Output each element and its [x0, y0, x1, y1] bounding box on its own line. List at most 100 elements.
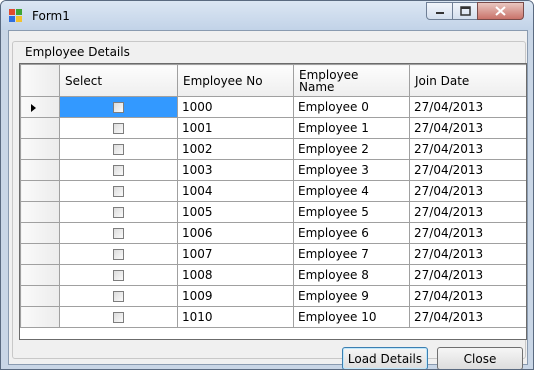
table-row[interactable]: 1006 Employee 6 27/04/2013 — [20, 222, 526, 244]
select-header-label: Select — [65, 73, 103, 88]
select-checkbox[interactable] — [113, 144, 124, 155]
load-details-button[interactable]: Load Details — [342, 347, 428, 369]
row-header[interactable] — [20, 285, 60, 307]
table-row[interactable]: 1004 Employee 4 27/04/2013 — [20, 180, 526, 202]
column-header-join-date[interactable]: Join Date — [409, 64, 526, 97]
column-header-employee-no[interactable]: Employee No — [177, 64, 294, 97]
employee-name-cell[interactable]: Employee 3 — [293, 159, 410, 181]
join-date-cell[interactable]: 27/04/2013 — [409, 222, 526, 244]
window-title: Form1 — [32, 9, 70, 23]
employee-no-cell[interactable]: 1006 — [177, 222, 294, 244]
join-date-cell[interactable]: 27/04/2013 — [409, 117, 526, 139]
join-date-cell[interactable]: 27/04/2013 — [409, 96, 526, 118]
select-cell[interactable] — [59, 159, 178, 181]
row-header[interactable] — [20, 243, 60, 265]
row-header[interactable] — [20, 96, 60, 118]
employee-name-cell[interactable]: Employee 1 — [293, 117, 410, 139]
close-icon — [495, 6, 506, 16]
groupbox-label: Employee Details — [23, 45, 132, 59]
employee-no-cell[interactable]: 1007 — [177, 243, 294, 265]
table-row[interactable]: 1001 Employee 1 27/04/2013 — [20, 117, 526, 139]
employee-name-cell[interactable]: Employee 4 — [293, 180, 410, 202]
maximize-icon — [459, 6, 471, 16]
join-date-cell[interactable]: 27/04/2013 — [409, 264, 526, 286]
select-cell[interactable] — [59, 285, 178, 307]
select-cell[interactable] — [59, 96, 178, 118]
select-checkbox[interactable] — [113, 165, 124, 176]
table-row[interactable]: 1009 Employee 9 27/04/2013 — [20, 285, 526, 307]
employee-name-cell[interactable]: Employee 2 — [293, 138, 410, 160]
employee-no-cell[interactable]: 1001 — [177, 117, 294, 139]
table-row[interactable]: 1008 Employee 8 27/04/2013 — [20, 264, 526, 286]
select-cell[interactable] — [59, 243, 178, 265]
join-date-cell[interactable]: 27/04/2013 — [409, 159, 526, 181]
minimize-button[interactable] — [426, 2, 453, 20]
form-window: Form1 Employee Details Select Employee N… — [0, 0, 534, 370]
row-header[interactable] — [20, 201, 60, 223]
select-cell[interactable] — [59, 222, 178, 244]
employee-grid[interactable]: Select Employee No Employee Name Join Da… — [19, 63, 527, 340]
row-pointer-icon — [31, 103, 36, 112]
employee-no-cell[interactable]: 1004 — [177, 180, 294, 202]
select-checkbox[interactable] — [113, 228, 124, 239]
table-row[interactable]: 1010 Employee 10 27/04/2013 — [20, 306, 526, 328]
select-checkbox[interactable] — [113, 102, 124, 113]
select-checkbox[interactable] — [113, 270, 124, 281]
employee-name-cell[interactable]: Employee 10 — [293, 306, 410, 328]
grid-corner-header[interactable] — [20, 64, 60, 97]
employee-no-cell[interactable]: 1008 — [177, 264, 294, 286]
select-cell[interactable] — [59, 138, 178, 160]
table-row[interactable]: 1000 Employee 0 27/04/2013 — [20, 96, 526, 118]
select-checkbox[interactable] — [113, 249, 124, 260]
employee-no-cell[interactable]: 1009 — [177, 285, 294, 307]
join-date-cell[interactable]: 27/04/2013 — [409, 201, 526, 223]
employee-name-header-label: Employee Name — [299, 67, 359, 94]
employee-no-cell[interactable]: 1010 — [177, 306, 294, 328]
title-bar[interactable]: Form1 — [1, 1, 533, 30]
row-header[interactable] — [20, 306, 60, 328]
close-button[interactable]: Close — [437, 347, 523, 369]
employee-name-cell[interactable]: Employee 5 — [293, 201, 410, 223]
employee-details-groupbox: Employee Details Select Employee No Empl… — [12, 41, 527, 369]
select-cell[interactable] — [59, 180, 178, 202]
employee-no-cell[interactable]: 1000 — [177, 96, 294, 118]
select-checkbox[interactable] — [113, 312, 124, 323]
select-checkbox[interactable] — [113, 291, 124, 302]
table-row[interactable]: 1007 Employee 7 27/04/2013 — [20, 243, 526, 265]
employee-name-cell[interactable]: Employee 0 — [293, 96, 410, 118]
row-header[interactable] — [20, 222, 60, 244]
select-checkbox[interactable] — [113, 186, 124, 197]
join-date-cell[interactable]: 27/04/2013 — [409, 306, 526, 328]
row-header[interactable] — [20, 264, 60, 286]
employee-name-cell[interactable]: Employee 6 — [293, 222, 410, 244]
row-header[interactable] — [20, 138, 60, 160]
row-header[interactable] — [20, 159, 60, 181]
select-cell[interactable] — [59, 264, 178, 286]
close-window-button[interactable] — [477, 2, 524, 20]
select-cell[interactable] — [59, 117, 178, 139]
select-checkbox[interactable] — [113, 207, 124, 218]
column-header-employee-name[interactable]: Employee Name — [293, 64, 410, 97]
join-date-cell[interactable]: 27/04/2013 — [409, 243, 526, 265]
column-header-select[interactable]: Select — [59, 64, 178, 97]
employee-name-cell[interactable]: Employee 7 — [293, 243, 410, 265]
select-checkbox[interactable] — [113, 123, 124, 134]
table-row[interactable]: 1002 Employee 2 27/04/2013 — [20, 138, 526, 160]
employee-no-cell[interactable]: 1002 — [177, 138, 294, 160]
employee-name-cell[interactable]: Employee 8 — [293, 264, 410, 286]
select-cell[interactable] — [59, 306, 178, 328]
select-cell[interactable] — [59, 201, 178, 223]
table-row[interactable]: 1003 Employee 3 27/04/2013 — [20, 159, 526, 181]
maximize-button[interactable] — [452, 2, 478, 20]
employee-name-cell[interactable]: Employee 9 — [293, 285, 410, 307]
join-date-header-label: Join Date — [415, 73, 470, 88]
employee-no-cell[interactable]: 1005 — [177, 201, 294, 223]
employee-no-cell[interactable]: 1003 — [177, 159, 294, 181]
join-date-cell[interactable]: 27/04/2013 — [409, 180, 526, 202]
minimize-icon — [435, 12, 444, 14]
row-header[interactable] — [20, 117, 60, 139]
join-date-cell[interactable]: 27/04/2013 — [409, 285, 526, 307]
table-row[interactable]: 1005 Employee 5 27/04/2013 — [20, 201, 526, 223]
row-header[interactable] — [20, 180, 60, 202]
join-date-cell[interactable]: 27/04/2013 — [409, 138, 526, 160]
